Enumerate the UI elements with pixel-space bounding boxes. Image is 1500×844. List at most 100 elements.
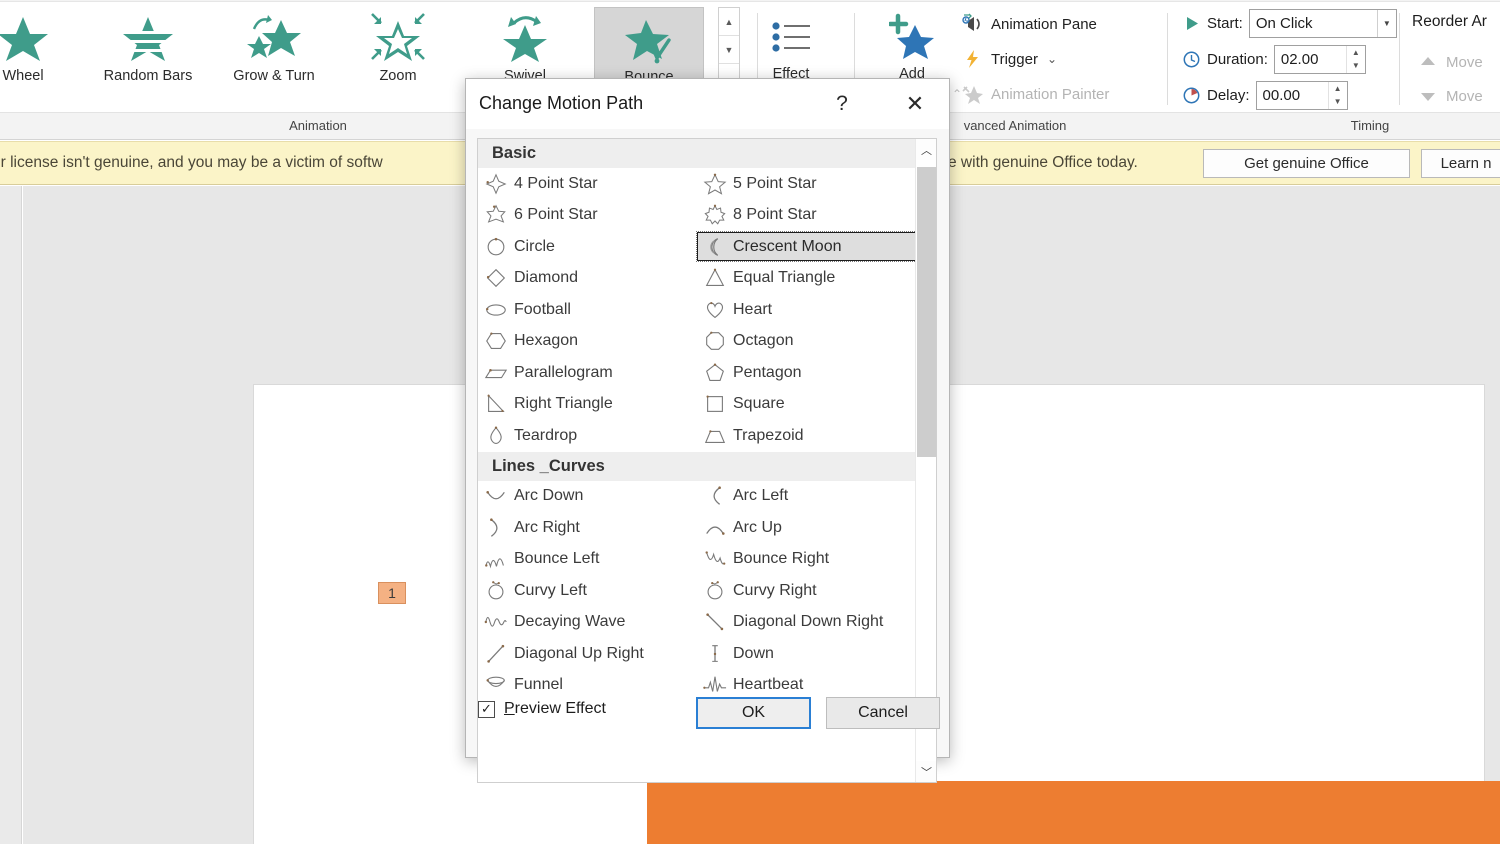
bounce-left-path-icon xyxy=(485,558,504,569)
trigger-button[interactable]: Trigger ⌄ xyxy=(962,44,1057,74)
timing-duration-row: Duration: ▲ ▼ xyxy=(1182,44,1366,74)
motion-path-list: Basic 4 Point Star 5 Point Star 6 Point Sta… xyxy=(478,139,917,701)
preview-effect-checkbox[interactable]: ✓ Preview Effect xyxy=(478,700,606,718)
motion-path-item-down[interactable]: Down xyxy=(697,638,916,670)
start-combobox[interactable]: ▼ xyxy=(1248,8,1397,38)
delay-spinner[interactable]: ▲ ▼ xyxy=(1255,80,1348,110)
motion-path-item-arc-right[interactable]: Arc Right xyxy=(478,512,697,544)
trigger-label: Trigger xyxy=(991,50,1038,68)
animation-pane-button[interactable]: Animation Pane xyxy=(962,9,1097,39)
delay-label: Delay: xyxy=(1207,86,1250,104)
motion-path-item-parallelogram[interactable]: Parallelogram xyxy=(478,357,697,389)
football-path-icon xyxy=(486,304,506,316)
motion-path-item-curvy-right[interactable]: Curvy Right xyxy=(697,575,916,607)
motion-path-item-label: Diagonal Down Right xyxy=(733,613,884,631)
motion-path-item-diagonal-up-right[interactable]: Diagonal Up Right xyxy=(478,638,697,670)
motion-path-item-4-point-star[interactable]: 4 Point Star xyxy=(478,168,697,200)
gallery-item-grow-and-turn[interactable]: Grow & Turn xyxy=(219,7,329,93)
motion-path-item-teardrop[interactable]: Teardrop xyxy=(478,420,697,452)
motion-path-item-label: Curvy Right xyxy=(733,581,817,599)
group-label-timing: Timing xyxy=(1350,118,1390,133)
scrollbar-thumb[interactable] xyxy=(917,167,936,457)
scroll-down-icon[interactable]: ▼ xyxy=(719,36,739,64)
motion-path-item-trapezoid[interactable]: Trapezoid xyxy=(697,420,916,452)
chevron-up-icon[interactable]: ︿ xyxy=(916,139,936,160)
motion-path-item-diagonal-down-right[interactable]: Diagonal Down Right xyxy=(697,607,916,639)
license-warning-text-right: e with genuine Office today. xyxy=(948,154,1138,171)
motion-path-item-square[interactable]: Square xyxy=(697,389,916,421)
motion-path-item-6-point-star[interactable]: 6 Point Star xyxy=(478,200,697,232)
motion-path-item-equal-triangle[interactable]: Equal Triangle xyxy=(697,263,916,295)
motion-path-item-circle[interactable]: Circle xyxy=(478,231,697,263)
duration-stepper[interactable]: ▲ ▼ xyxy=(1345,45,1365,73)
motion-path-item-football[interactable]: Football xyxy=(478,294,697,326)
stepper-up-icon[interactable]: ▲ xyxy=(1347,46,1365,60)
question-mark-icon[interactable]: ? xyxy=(826,89,858,119)
gallery-item-label: Zoom xyxy=(379,68,417,84)
chevron-down-icon[interactable]: ▼ xyxy=(1376,9,1396,37)
diamond-path-icon xyxy=(486,269,506,288)
chevron-down-icon[interactable]: ﹀ xyxy=(916,761,936,782)
motion-path-item-curvy-left[interactable]: Curvy Left xyxy=(478,575,697,607)
slide-rectangle-shape[interactable] xyxy=(647,781,1500,844)
reorder-animation-title: Reorder Ar xyxy=(1412,13,1487,30)
star-bounce-icon xyxy=(625,20,671,64)
right-triangle-path-icon xyxy=(487,394,505,413)
gallery-item-random-bars[interactable]: Random Bars xyxy=(93,7,203,93)
motion-path-item-decaying-wave[interactable]: Decaying Wave xyxy=(478,607,697,639)
motion-path-item-arc-up[interactable]: Arc Up xyxy=(697,512,916,544)
motion-path-item-bounce-right[interactable]: Bounce Right xyxy=(697,544,916,576)
get-genuine-office-button[interactable]: Get genuine Office xyxy=(1203,149,1410,178)
start-input[interactable] xyxy=(1249,9,1377,37)
arc-down-path-icon xyxy=(486,491,505,500)
duration-input[interactable] xyxy=(1274,45,1346,73)
motion-path-item-heart[interactable]: Heart xyxy=(697,294,916,326)
motion-path-item-diamond[interactable]: Diamond xyxy=(478,263,697,295)
stepper-down-icon[interactable]: ▼ xyxy=(1329,95,1347,109)
cancel-button[interactable]: Cancel xyxy=(826,697,940,729)
motion-path-item-pentagon[interactable]: Pentagon xyxy=(697,357,916,389)
stepper-up-icon[interactable]: ▲ xyxy=(1329,82,1347,96)
delay-input[interactable] xyxy=(1256,81,1328,109)
learn-more-button[interactable]: Learn n xyxy=(1421,149,1500,178)
motion-path-item-label: Bounce Left xyxy=(514,550,600,568)
scroll-up-icon[interactable]: ▲ xyxy=(719,8,739,36)
animation-order-tag[interactable]: 1 xyxy=(378,582,406,604)
gallery-item-zoom[interactable]: Zoom xyxy=(343,7,453,93)
add-animation-star-icon xyxy=(889,13,934,59)
delay-stepper[interactable]: ▲ ▼ xyxy=(1327,81,1347,109)
motion-path-item-label: Down xyxy=(733,644,774,662)
motion-path-item-label: Equal Triangle xyxy=(733,269,836,287)
clock-icon xyxy=(1183,51,1200,67)
list-row: Arc Down Arc Left xyxy=(478,481,916,513)
motion-path-item-8-point-star[interactable]: 8 Point Star xyxy=(697,200,916,232)
arc-left-path-icon xyxy=(713,486,721,506)
list-row: Teardrop Trapezoid xyxy=(478,420,916,452)
motion-path-item-bounce-left[interactable]: Bounce Left xyxy=(478,544,697,576)
change-motion-path-dialog: Change Motion Path ? ✕ Basic 4 Point Star… xyxy=(465,78,950,783)
motion-path-item-right-triangle[interactable]: Right Triangle xyxy=(478,389,697,421)
dialog-title: Change Motion Path xyxy=(479,93,644,113)
close-icon[interactable]: ✕ xyxy=(898,89,932,119)
motion-path-item-arc-left[interactable]: Arc Left xyxy=(697,481,916,513)
gallery-item-wheel[interactable]: Wheel xyxy=(0,7,78,93)
slide-thumbnail-pane[interactable] xyxy=(0,186,22,844)
stepper-down-icon[interactable]: ▼ xyxy=(1347,59,1365,73)
checkbox-box[interactable]: ✓ xyxy=(478,700,495,718)
motion-path-item-5-point-star[interactable]: 5 Point Star xyxy=(697,168,916,200)
motion-path-item-crescent-moon[interactable]: Crescent Moon xyxy=(696,231,917,262)
motion-path-item-arc-down[interactable]: Arc Down xyxy=(478,481,697,513)
group-label-advanced-animation: vanced Animation xyxy=(963,118,1067,133)
star6-path-icon xyxy=(486,204,506,224)
motion-path-item-hexagon[interactable]: Hexagon xyxy=(478,326,697,358)
chevron-down-icon: ⌃ xyxy=(952,87,963,101)
animation-painter-icon xyxy=(962,86,983,104)
heart-path-icon xyxy=(706,301,724,318)
parallelogram-path-icon xyxy=(484,368,508,378)
crescent-moon-path-icon xyxy=(710,237,719,256)
effect-options-icon xyxy=(772,22,810,52)
ok-button[interactable]: OK xyxy=(696,697,811,729)
motion-path-item-octagon[interactable]: Octagon xyxy=(697,326,916,358)
motion-path-item-label: Curvy Left xyxy=(514,581,587,599)
duration-spinner[interactable]: ▲ ▼ xyxy=(1273,44,1366,74)
